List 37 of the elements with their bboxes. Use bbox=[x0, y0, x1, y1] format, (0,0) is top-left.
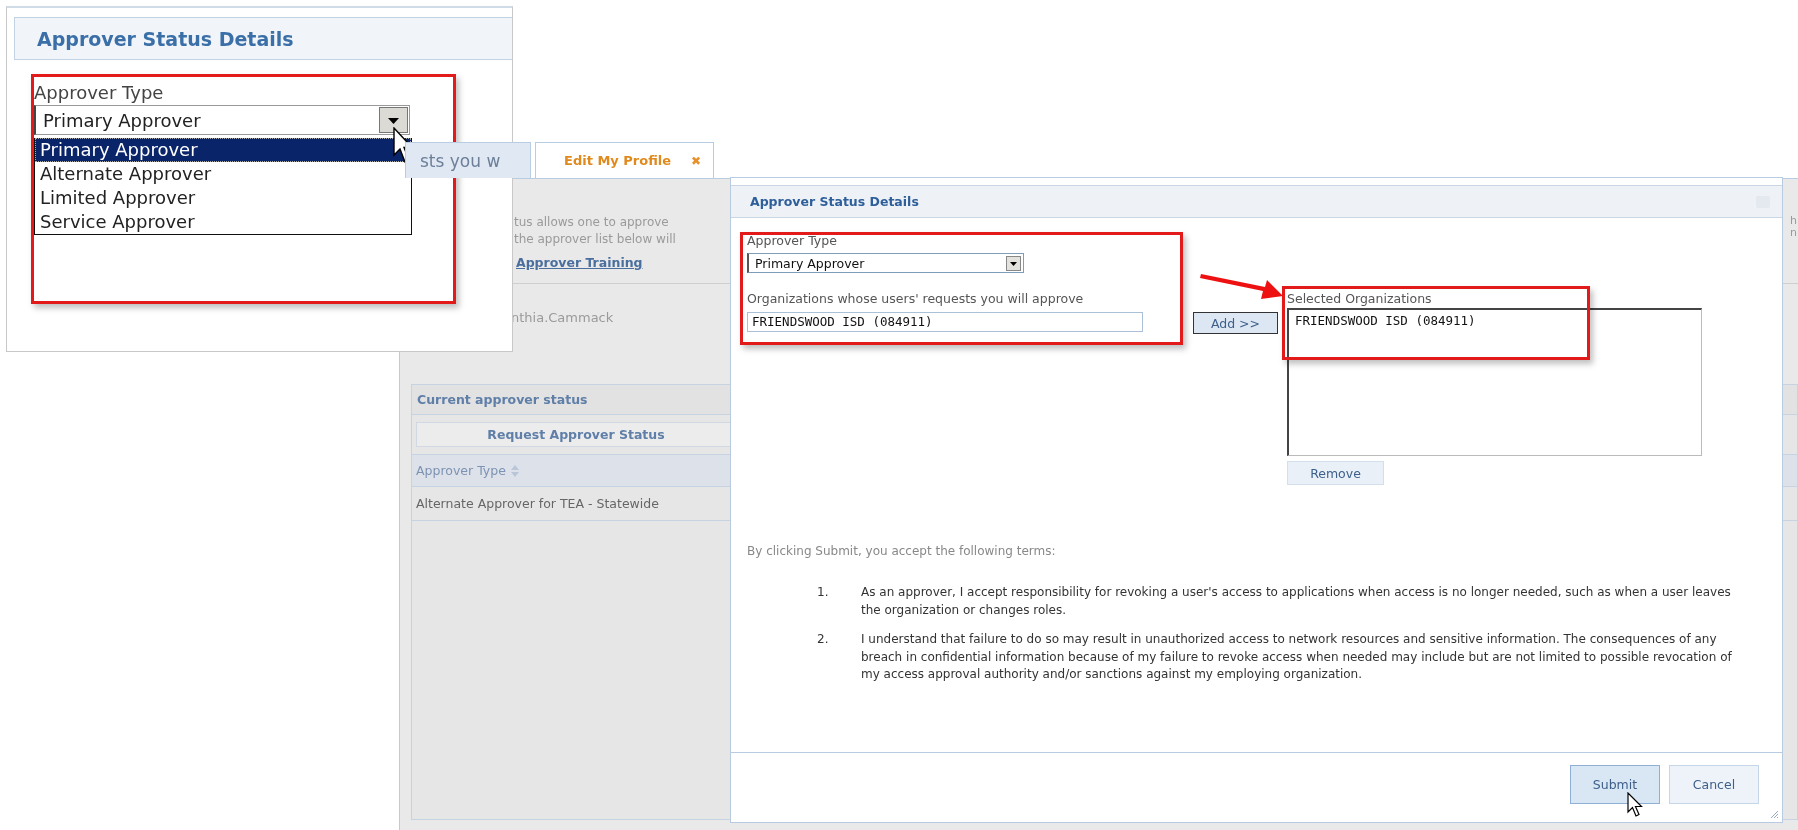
tab-label: sts you w bbox=[420, 150, 501, 171]
dialog-button[interactable]: Cancel bbox=[1669, 765, 1759, 804]
list-item[interactable]: FRIENDSWOOD ISD (084911) bbox=[1295, 313, 1695, 328]
remove-button[interactable]: Remove bbox=[1287, 461, 1384, 485]
tab-label: Edit My Profile bbox=[564, 153, 672, 168]
sort-icon[interactable] bbox=[509, 463, 520, 478]
term-number: 1. bbox=[817, 584, 830, 601]
approver-type-select[interactable]: Primary Approver bbox=[34, 105, 410, 135]
field-label: Approver Type bbox=[34, 82, 165, 104]
intro-text: tus allows one to approve bbox=[514, 214, 669, 231]
dropdown-icon[interactable] bbox=[379, 107, 408, 133]
term-text: As an approver, I accept responsibility for revoking a user's access to applications when access is no longer needed, such as when a user leaves the organization or changes roles. bbox=[861, 584, 1732, 619]
field-label: Organizations whose users' requests you will approve bbox=[747, 291, 1085, 307]
cut-text: n bbox=[1790, 227, 1797, 239]
field-label: Approver Type bbox=[747, 233, 838, 249]
user-name: nthia.Cammack bbox=[511, 310, 614, 325]
field-label: Selected Organizations bbox=[1287, 291, 1433, 307]
add-button[interactable]: Add >> bbox=[1193, 312, 1278, 334]
term-text: I understand that failure to do so may result in unauthorized access to network resources and sensitive information. The consequences of any breach in confidential information because of my failure to revoke access when needed may include but are not limited to possible revocation of my access approval authority and/or sanctions against my employing organization. bbox=[861, 631, 1733, 683]
approver-type-select[interactable]: Primary Approver bbox=[747, 253, 1024, 273]
dropdown-icon[interactable] bbox=[1006, 255, 1021, 271]
inset-title: Approver Status Details bbox=[37, 27, 294, 50]
resize-grip-icon[interactable] bbox=[1769, 809, 1779, 819]
intro-text: the approver list below will bbox=[514, 231, 676, 248]
organization-field[interactable]: FRIENDSWOOD ISD (084911) bbox=[747, 312, 1143, 332]
dialog-button[interactable]: Submit bbox=[1570, 765, 1660, 804]
training-link[interactable]: Approver Training bbox=[516, 255, 643, 270]
dropdown-option[interactable]: Primary Approver bbox=[35, 138, 411, 162]
dropdown-option[interactable]: Limited Approver bbox=[35, 186, 411, 210]
dialog-title: Approver Status Details bbox=[750, 194, 919, 209]
term-number: 2. bbox=[817, 631, 830, 648]
cut-text: h bbox=[1790, 215, 1797, 227]
terms-intro: By clicking Submit, you accept the following terms: bbox=[747, 544, 1057, 558]
cursor-icon bbox=[1627, 792, 1643, 817]
selected-list[interactable]: FRIENDSWOOD ISD (084911) bbox=[1287, 308, 1702, 456]
profile-tab[interactable]: sts you w bbox=[405, 142, 531, 178]
dropdown-option[interactable]: Service Approver bbox=[35, 210, 411, 234]
